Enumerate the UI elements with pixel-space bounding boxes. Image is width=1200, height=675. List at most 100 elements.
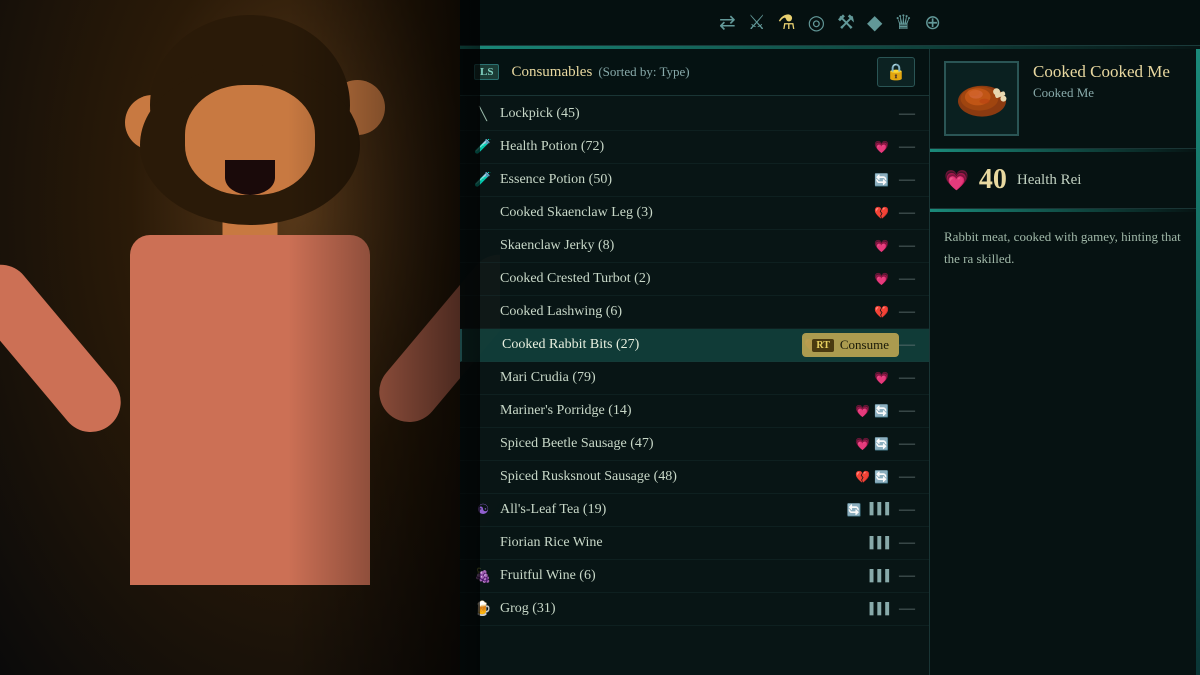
tag-heart-broken: 💔	[855, 470, 870, 485]
nav-icon-arrows[interactable]: ⇄	[719, 10, 736, 35]
item-name: Grog (31)	[500, 601, 860, 617]
item-row[interactable]: Cooked Lashwing (6) 💔 —	[460, 296, 929, 329]
item-quantity-dash: —	[899, 105, 915, 123]
item-quantity-dash: —	[899, 402, 915, 420]
item-row[interactable]: ☯ All's-Leaf Tea (19) 🔄 ▐▐▐ —	[460, 494, 929, 527]
consume-badge: RT	[812, 339, 834, 352]
item-icon-health-potion: 🧪	[474, 139, 492, 156]
detail-item-name: Cooked Cooked Me	[1033, 61, 1186, 83]
ls-badge: LS	[474, 64, 499, 80]
item-icon-fruitful-wine: 🍇	[474, 568, 492, 585]
item-row[interactable]: ╲ Lockpick (45) —	[460, 98, 929, 131]
person-body	[130, 235, 370, 585]
inventory-subtitle: (Sorted by: Type)	[598, 64, 689, 80]
top-icon-bar: ⇄ ⚔ ⚗ ◎ ⚒ ◆ ♛ ⊕	[460, 0, 1200, 46]
item-row[interactable]: 🧪 Essence Potion (50) 🔄 —	[460, 164, 929, 197]
tag-heart: 💗	[874, 239, 889, 254]
tag-bars: ▐▐▐	[866, 503, 889, 518]
item-row[interactable]: Fiorian Rice Wine ▐▐▐ —	[460, 527, 929, 560]
detail-accent	[1196, 49, 1200, 675]
item-name: Skaenclaw Jerky (8)	[500, 238, 868, 254]
inventory-panel: LS Consumables (Sorted by: Type) 🔒 ╲ Loc…	[460, 49, 930, 675]
item-quantity-dash: —	[899, 534, 915, 552]
item-quantity-dash: —	[899, 600, 915, 618]
nav-icon-flask[interactable]: ⚗	[778, 10, 796, 35]
tag-heart-broken: 💔	[874, 206, 889, 221]
detail-header: Cooked Cooked Me Cooked Me	[930, 49, 1200, 149]
item-name: Spiced Rusksnout Sausage (48)	[500, 469, 849, 485]
item-name: Fiorian Rice Wine	[500, 535, 860, 551]
consume-label: Consume	[840, 337, 889, 353]
tag-bars: ▐▐▐	[866, 537, 889, 549]
item-name: Cooked Crested Turbot (2)	[500, 271, 868, 287]
item-quantity-dash: —	[899, 369, 915, 387]
background-person	[0, 0, 500, 675]
item-row[interactable]: 🍺 Grog (31) ▐▐▐ —	[460, 593, 929, 626]
item-quantity-dash: —	[899, 501, 915, 519]
tag-bars: ▐▐▐	[866, 603, 889, 615]
item-name: Essence Potion (50)	[500, 172, 868, 188]
tag-heart: 💗	[874, 272, 889, 287]
item-row[interactable]: Mari Crudia (79) 💗 —	[460, 362, 929, 395]
item-row[interactable]: 🍇 Fruitful Wine (6) ▐▐▐ —	[460, 560, 929, 593]
game-ui: ⇄ ⚔ ⚗ ◎ ⚒ ◆ ♛ ⊕ LS Consumables (Sorted b…	[460, 0, 1200, 675]
item-name: Fruitful Wine (6)	[500, 568, 860, 584]
item-quantity-dash: —	[899, 270, 915, 288]
tag-swirl: 🔄	[847, 503, 862, 518]
item-thumbnail	[944, 61, 1019, 136]
item-name: Cooked Rabbit Bits (27)	[502, 337, 798, 353]
item-name: Lockpick (45)	[500, 106, 889, 122]
tag-heart: 💗	[855, 404, 870, 419]
detail-description: Rabbit meat, cooked with gamey, hinting …	[930, 212, 1200, 284]
nav-icon-crown[interactable]: ♛	[894, 10, 912, 35]
lock-button[interactable]: 🔒	[877, 57, 915, 87]
item-quantity-dash: —	[899, 303, 915, 321]
item-quantity-dash: —	[899, 435, 915, 453]
item-row[interactable]: 🧪 Health Potion (72) 💗 —	[460, 131, 929, 164]
person-face	[185, 85, 315, 195]
nav-icon-swords[interactable]: ⚔	[748, 10, 766, 35]
detail-stats: 💗 40 Health Rei	[930, 152, 1200, 209]
item-row[interactable]: Cooked Crested Turbot (2) 💗 —	[460, 263, 929, 296]
tag-swirl: 🔄	[874, 470, 889, 485]
nav-icon-ring[interactable]: ◎	[808, 10, 825, 35]
item-name: Cooked Skaenclaw Leg (3)	[500, 205, 868, 221]
tag-heart: 💗	[855, 437, 870, 452]
item-quantity-dash: —	[899, 567, 915, 585]
item-icon-leaf-tea: ☯	[474, 502, 492, 519]
item-name: Mariner's Porridge (14)	[500, 403, 849, 419]
tag-heart: 💗	[874, 371, 889, 386]
person-mouth	[225, 160, 275, 195]
item-quantity-dash: —	[899, 237, 915, 255]
consume-tooltip: RT Consume	[802, 333, 899, 357]
nav-icon-hammer[interactable]: ⚒	[837, 10, 855, 35]
item-row[interactable]: Spiced Beetle Sausage (47) 💗 🔄 —	[460, 428, 929, 461]
item-icon-essence-potion: 🧪	[474, 172, 492, 189]
inventory-title: Consumables	[511, 64, 592, 81]
item-row[interactable]: Skaenclaw Jerky (8) 💗 —	[460, 230, 929, 263]
detail-item-subtitle: Cooked Me	[1033, 85, 1186, 101]
nav-icon-plus[interactable]: ⊕	[924, 10, 941, 35]
item-row[interactable]: Cooked Skaenclaw Leg (3) 💔 —	[460, 197, 929, 230]
tag-bars: ▐▐▐	[866, 570, 889, 582]
stat-value: 40	[979, 164, 1007, 196]
item-row[interactable]: Mariner's Porridge (14) 💗 🔄 —	[460, 395, 929, 428]
item-quantity-dash: —	[899, 336, 915, 354]
nav-icon-diamond[interactable]: ◆	[867, 10, 882, 35]
detail-panel: Cooked Cooked Me Cooked Me 💗 40 Health R…	[930, 49, 1200, 675]
main-content: LS Consumables (Sorted by: Type) 🔒 ╲ Loc…	[460, 49, 1200, 675]
tag-swirl: 🔄	[874, 173, 889, 188]
item-icon-lockpick: ╲	[474, 106, 492, 122]
person-arm-left	[0, 253, 133, 445]
item-quantity-dash: —	[899, 468, 915, 486]
item-list: ╲ Lockpick (45) — 🧪 Health Potion (72) 💗…	[460, 96, 929, 675]
item-quantity-dash: —	[899, 138, 915, 156]
stat-heart-icon: 💗	[944, 168, 969, 193]
tag-swirl: 🔄	[874, 437, 889, 452]
item-row[interactable]: Spiced Rusksnout Sausage (48) 💔 🔄 —	[460, 461, 929, 494]
item-row-selected[interactable]: Cooked Rabbit Bits (27) 💔 RT Consume —	[460, 329, 929, 362]
stat-label: Health Rei	[1017, 172, 1082, 189]
tag-heart-broken: 💔	[874, 305, 889, 320]
item-icon-grog: 🍺	[474, 601, 492, 618]
item-name: Mari Crudia (79)	[500, 370, 868, 386]
